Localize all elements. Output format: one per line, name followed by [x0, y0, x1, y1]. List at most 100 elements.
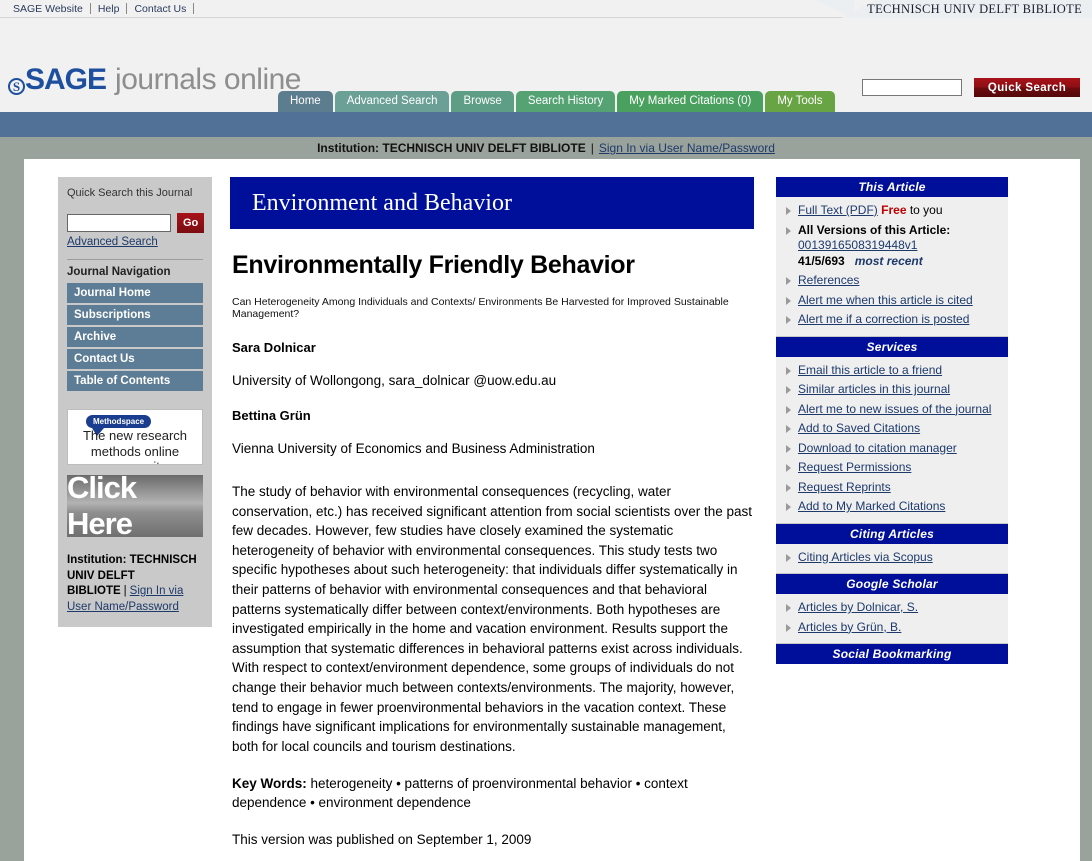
- sidebar-item-contact-us[interactable]: Contact Us: [67, 349, 203, 369]
- keywords-label: Key Words:: [232, 776, 307, 792]
- this-article-list: Full Text (PDF) Free to you All Versions…: [776, 197, 1008, 337]
- logo-suffix-text: journals online: [115, 63, 301, 96]
- article-main-column: Environment and Behavior Environmentally…: [224, 159, 764, 861]
- service-add-marked-citations[interactable]: Add to My Marked Citations: [798, 499, 945, 515]
- link-sage-website[interactable]: SAGE Website: [6, 3, 90, 15]
- journal-title-banner[interactable]: Environment and Behavior: [230, 177, 754, 229]
- list-item[interactable]: Alert me if a correction is posted: [776, 310, 1008, 330]
- gs-articles-by-grun[interactable]: Articles by Grün, B.: [798, 620, 901, 636]
- list-item[interactable]: Add to My Marked Citations: [776, 497, 1008, 517]
- list-item[interactable]: Request Reprints: [776, 478, 1008, 498]
- alert-correction-link[interactable]: Alert me if a correction is posted: [798, 312, 969, 328]
- triangle-bullet-icon: [786, 503, 791, 511]
- service-similar-articles[interactable]: Similar articles in this journal: [798, 382, 950, 398]
- citing-articles-list: Citing Articles via Scopus: [776, 543, 1008, 574]
- triangle-bullet-icon: [786, 316, 791, 324]
- google-scholar-list: Articles by Dolnicar, S. Articles by Grü…: [776, 594, 1008, 644]
- triangle-bullet-icon: [786, 386, 791, 394]
- tab-browse[interactable]: Browse: [451, 91, 514, 112]
- list-item[interactable]: Articles by Grün, B.: [776, 618, 1008, 638]
- list-item[interactable]: Alert me to new issues of the journal: [776, 400, 1008, 420]
- all-versions-label: All Versions of this Article:: [798, 222, 951, 237]
- tab-home[interactable]: Home: [278, 91, 333, 112]
- tab-my-tools[interactable]: My Tools: [765, 91, 835, 112]
- list-item[interactable]: Add to Saved Citations: [776, 419, 1008, 439]
- institution-bar-label: Institution: TECHNISCH UNIV DELFT BIBLIO…: [317, 141, 586, 155]
- citing-articles-box: Citing Articles Citing Articles via Scop…: [776, 523, 1008, 574]
- author-name-2: Bettina Grün: [232, 408, 311, 423]
- methodspace-ad[interactable]: Methodspace The new research methods onl…: [67, 409, 203, 465]
- sage-circle-icon: S: [8, 78, 25, 95]
- click-here-banner[interactable]: Click Here: [67, 470, 203, 541]
- references-link[interactable]: References: [798, 273, 859, 289]
- triangle-bullet-icon: [786, 366, 791, 375]
- full-text-pdf-link[interactable]: Full Text (PDF): [798, 203, 878, 217]
- free-suffix: to you: [906, 203, 943, 217]
- list-item[interactable]: Citing Articles via Scopus: [776, 548, 1008, 568]
- this-article-heading: This Article: [776, 177, 1008, 197]
- institution-bar-separator: |: [590, 141, 594, 155]
- service-download-citation-manager[interactable]: Download to citation manager: [798, 441, 957, 457]
- free-badge: Free: [881, 203, 907, 217]
- journal-navigation-title: Journal Navigation: [67, 266, 171, 278]
- triangle-bullet-icon: [786, 207, 791, 215]
- list-item[interactable]: Full Text (PDF) Free to you: [776, 201, 1008, 221]
- journal-search-input[interactable]: [67, 214, 171, 232]
- link-help[interactable]: Help: [91, 3, 127, 15]
- triangle-bullet-icon: [786, 604, 791, 612]
- service-add-saved-citations[interactable]: Add to Saved Citations: [798, 421, 920, 437]
- list-item[interactable]: Request Permissions: [776, 458, 1008, 478]
- sign-in-link[interactable]: Sign In via User Name/Password: [599, 141, 775, 155]
- sidebar-institution-block: Institution: TECHNISCH UNIV DELFT BIBLIO…: [67, 553, 203, 615]
- quick-search-button[interactable]: Quick Search: [974, 78, 1080, 97]
- tab-advanced-search[interactable]: Advanced Search: [334, 91, 450, 112]
- sidebar-item-archive[interactable]: Archive: [67, 327, 203, 347]
- triangle-bullet-icon: [786, 623, 791, 632]
- version-id-link[interactable]: 0013916508319448v1: [798, 238, 917, 252]
- sidebar-item-table-of-contents[interactable]: Table of Contents: [67, 371, 203, 391]
- sidebar-item-journal-home[interactable]: Journal Home: [67, 283, 203, 303]
- link-contact-us[interactable]: Contact Us: [127, 3, 193, 15]
- separator: |: [123, 585, 127, 598]
- advanced-search-link[interactable]: Advanced Search: [67, 236, 203, 248]
- journal-search-go-button[interactable]: Go: [177, 213, 205, 233]
- version-locator: 41/5/693: [798, 253, 845, 268]
- publication-version-note: This version was published on September …: [232, 832, 532, 848]
- divider: [193, 3, 195, 14]
- tab-my-marked-citations[interactable]: My Marked Citations (0): [617, 91, 764, 112]
- list-item: All Versions of this Article: 0013916508…: [776, 221, 1008, 272]
- service-request-permissions[interactable]: Request Permissions: [798, 460, 911, 476]
- citing-articles-scopus-link[interactable]: Citing Articles via Scopus: [798, 550, 933, 566]
- sage-journals-logo[interactable]: S SAGE journals online: [8, 63, 301, 97]
- list-item[interactable]: References: [776, 271, 1008, 291]
- institution-bar: Institution: TECHNISCH UNIV DELFT BIBLIO…: [0, 137, 1092, 159]
- google-scholar-heading: Google Scholar: [776, 574, 1008, 594]
- institution-tab-label: TECHNISCH UNIV DELFT BIBLIOTE: [841, 0, 1092, 18]
- journal-search-row: Go: [67, 213, 205, 233]
- sidebar-item-subscriptions[interactable]: Subscriptions: [67, 305, 203, 325]
- list-item[interactable]: Articles by Dolnicar, S.: [776, 598, 1008, 618]
- page-content-card: Quick Search this Journal Go Advanced Se…: [24, 159, 1080, 861]
- quick-search-journal-title: Quick Search this Journal: [67, 187, 193, 199]
- list-item[interactable]: Email this article to a friend: [776, 361, 1008, 381]
- triangle-bullet-icon: [786, 277, 791, 285]
- tab-search-history[interactable]: Search History: [515, 91, 616, 112]
- list-item[interactable]: Similar articles in this journal: [776, 380, 1008, 400]
- services-heading: Services: [776, 336, 1008, 357]
- alert-cited-link[interactable]: Alert me when this article is cited: [798, 293, 973, 309]
- masthead: S SAGE journals online Quick Search Home…: [0, 18, 1092, 112]
- click-here-label: Click Here: [67, 470, 137, 541]
- list-item[interactable]: Download to citation manager: [776, 439, 1008, 459]
- service-alert-new-issues[interactable]: Alert me to new issues of the journal: [798, 402, 991, 418]
- list-item[interactable]: Alert me when this article is cited: [776, 291, 1008, 311]
- service-email-article[interactable]: Email this article to a friend: [798, 363, 942, 379]
- logo-brand-text: SAGE: [25, 63, 107, 96]
- top-utility-links: SAGE Website Help Contact Us: [0, 3, 195, 15]
- blue-divider-strip: [0, 112, 1092, 137]
- main-navigation-tabs: Home Advanced Search Browse Search Histo…: [278, 91, 835, 112]
- ad-line-1: The new research: [82, 428, 188, 443]
- services-list: Email this article to a friend Similar a…: [776, 356, 1008, 524]
- quick-search-input[interactable]: [862, 79, 962, 96]
- gs-articles-by-dolnicar[interactable]: Articles by Dolnicar, S.: [798, 600, 918, 616]
- service-request-reprints[interactable]: Request Reprints: [798, 480, 891, 496]
